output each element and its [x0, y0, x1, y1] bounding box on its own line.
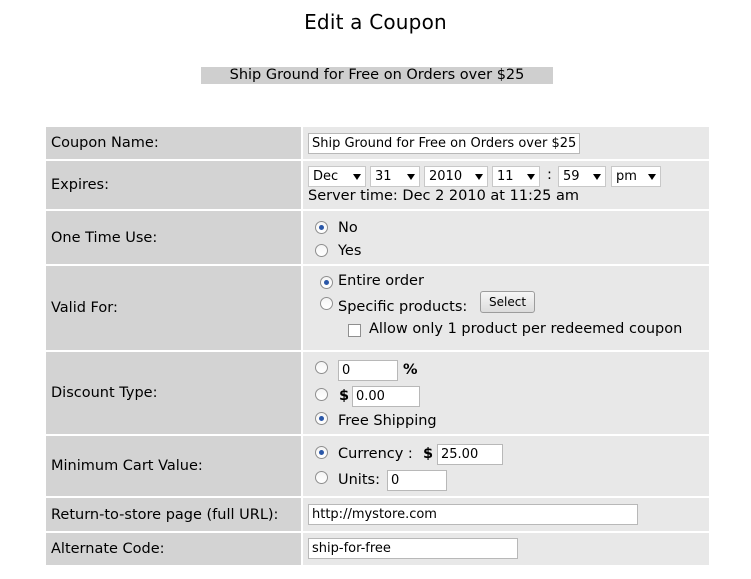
alternate-code-input[interactable]: ship-for-free	[308, 538, 518, 559]
discount-type-label: Discount Type:	[46, 352, 301, 434]
minimum-cart-value-label: Minimum Cart Value:	[46, 436, 301, 496]
expires-month-select[interactable]: Dec	[308, 166, 366, 187]
alternate-code-label: Alternate Code:	[46, 533, 301, 565]
coupon-subtitle: Ship Ground for Free on Orders over $25	[201, 67, 553, 84]
chevron-down-icon	[353, 174, 361, 180]
one-time-use-row: One Time Use: No Yes	[46, 211, 709, 264]
discount-free-shipping-label: Free Shipping	[338, 413, 437, 429]
valid-for-cell: Entire order Specific products: Select A…	[303, 266, 709, 350]
return-to-store-input[interactable]: http://mystore.com	[308, 504, 638, 525]
expires-hour-value: 11	[497, 169, 514, 184]
alternate-code-row: Alternate Code: ship-for-free	[46, 533, 709, 565]
percent-symbol: %	[403, 362, 418, 378]
expires-ampm-select[interactable]: pm	[611, 166, 661, 187]
chevron-down-icon	[593, 174, 601, 180]
dollar-symbol: $	[339, 388, 350, 404]
min-cart-currency-input[interactable]: 25.00	[437, 444, 503, 465]
select-products-button[interactable]: Select	[480, 291, 536, 313]
valid-for-entire-order-label: Entire order	[338, 273, 424, 289]
valid-for-entire-order-radio[interactable]	[320, 276, 333, 289]
expires-year-value: 2010	[429, 169, 463, 184]
valid-for-specific-products-radio[interactable]	[320, 297, 333, 310]
discount-percent-radio[interactable]	[315, 361, 328, 374]
discount-percent-input[interactable]: 0	[338, 360, 398, 381]
discount-free-shipping-radio[interactable]	[315, 412, 328, 425]
min-cart-currency-label: Currency :	[338, 446, 413, 462]
discount-dollar-input[interactable]: 0.00	[352, 386, 420, 407]
alternate-code-cell: ship-for-free	[303, 533, 709, 565]
coupon-name-label: Coupon Name:	[46, 127, 301, 159]
expires-ampm-value: pm	[616, 169, 637, 184]
discount-type-cell: 0 % $ 0.00 Free Shipping	[303, 352, 709, 434]
expires-day-select[interactable]: 31	[370, 166, 420, 187]
coupon-name-cell: Ship Ground for Free on Orders over $25	[303, 127, 709, 159]
return-to-store-label: Return-to-store page (full URL):	[46, 498, 301, 531]
chevron-down-icon	[407, 174, 415, 180]
page-title: Edit a Coupon	[304, 10, 447, 34]
one-time-use-label: One Time Use:	[46, 211, 301, 264]
allow-one-product-checkbox[interactable]	[348, 324, 361, 337]
expires-minute-value: 59	[563, 169, 580, 184]
min-cart-currency-symbol: $	[423, 446, 434, 462]
expires-cell: Dec 31 2010 11 : 59 pm Server time: Dec …	[303, 161, 709, 209]
coupon-name-row: Coupon Name: Ship Ground for Free on Ord…	[46, 127, 709, 159]
return-to-store-row: Return-to-store page (full URL): http://…	[46, 498, 709, 531]
one-time-use-yes-label: Yes	[338, 243, 362, 259]
allow-one-product-label: Allow only 1 product per redeemed coupon	[369, 321, 683, 337]
one-time-use-cell: No Yes	[303, 211, 709, 264]
discount-type-row: Discount Type: 0 % $ 0.00 Free Shipping	[46, 352, 709, 434]
min-cart-units-input[interactable]: 0	[387, 470, 447, 491]
expires-minute-select[interactable]: 59	[558, 166, 606, 187]
chevron-down-icon	[648, 174, 656, 180]
chevron-down-icon	[527, 174, 535, 180]
valid-for-row: Valid For: Entire order Specific product…	[46, 266, 709, 350]
discount-dollar-radio[interactable]	[315, 388, 328, 401]
server-time: Server time: Dec 2 2010 at 11:25 am	[308, 188, 580, 204]
min-cart-units-label: Units:	[338, 472, 380, 488]
valid-for-specific-products-label: Specific products:	[338, 299, 468, 315]
coupon-name-input[interactable]: Ship Ground for Free on Orders over $25	[308, 133, 580, 154]
one-time-use-no-radio[interactable]	[315, 221, 328, 234]
expires-hour-select[interactable]: 11	[492, 166, 540, 187]
expires-month-value: Dec	[313, 169, 339, 184]
time-separator: :	[547, 167, 552, 183]
min-cart-units-radio[interactable]	[315, 471, 328, 484]
chevron-down-icon	[475, 174, 483, 180]
one-time-use-no-label: No	[338, 220, 358, 236]
expires-day-value: 31	[375, 169, 392, 184]
minimum-cart-value-cell: Currency : $ 25.00 Units: 0	[303, 436, 709, 496]
one-time-use-yes-radio[interactable]	[315, 244, 328, 257]
expires-row: Expires: Dec 31 2010 11 : 59 pm Server t…	[46, 161, 709, 209]
min-cart-currency-radio[interactable]	[315, 446, 328, 459]
return-to-store-cell: http://mystore.com	[303, 498, 709, 531]
valid-for-label: Valid For:	[46, 266, 301, 350]
expires-label: Expires:	[46, 161, 301, 209]
expires-year-select[interactable]: 2010	[424, 166, 488, 187]
minimum-cart-value-row: Minimum Cart Value: Currency : $ 25.00 U…	[46, 436, 709, 496]
